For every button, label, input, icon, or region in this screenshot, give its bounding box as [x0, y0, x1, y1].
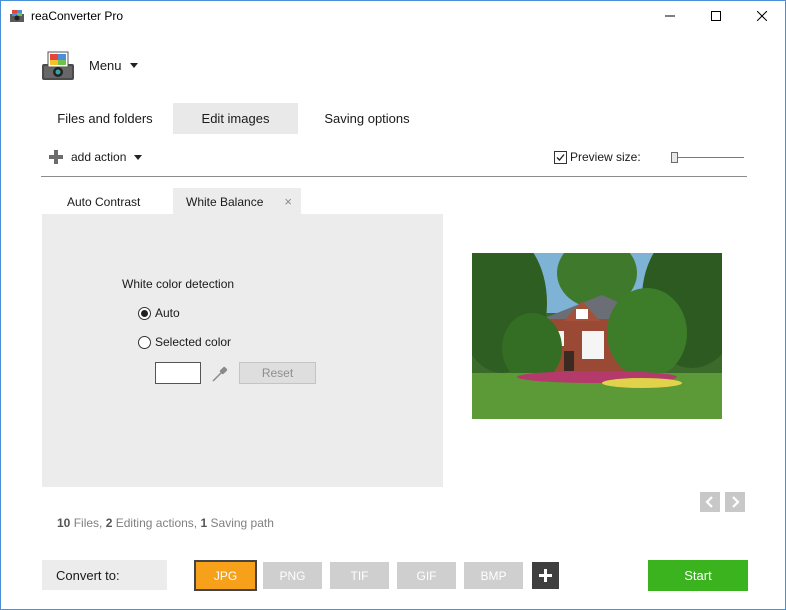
white-balance-panel — [42, 214, 443, 487]
format-tif-button[interactable]: TIF — [330, 562, 389, 589]
tab-edit-images[interactable]: Edit images — [173, 103, 298, 134]
preview-size-slider-thumb[interactable] — [671, 152, 678, 163]
menu-button[interactable]: Menu — [89, 58, 138, 73]
chevron-down-icon — [134, 154, 143, 160]
checkmark-icon — [556, 153, 565, 161]
tab-label: Saving options — [324, 111, 410, 126]
maximize-button[interactable] — [693, 1, 739, 31]
subtab-label: White Balance — [186, 194, 264, 209]
subtab-label: Auto Contrast — [67, 194, 141, 209]
add-action-button[interactable]: add action — [49, 150, 143, 164]
close-tab-icon[interactable]: × — [284, 194, 292, 209]
add-format-button[interactable] — [532, 562, 559, 589]
chevron-left-icon — [705, 496, 713, 508]
preview-image — [472, 253, 722, 419]
eyedropper-icon[interactable] — [211, 365, 229, 383]
add-action-label: add action — [71, 150, 127, 164]
format-png-button[interactable]: PNG — [263, 562, 322, 589]
plus-icon — [49, 150, 63, 164]
chevron-down-icon — [129, 63, 138, 68]
radio-label: Auto — [155, 306, 180, 320]
preview-size-control: Preview size: — [554, 150, 641, 164]
editing-count: 2 — [105, 516, 113, 530]
minimize-icon — [665, 15, 675, 17]
files-count: 10 — [57, 516, 71, 530]
reset-button[interactable]: Reset — [239, 362, 316, 384]
summary-stats: 10 Files, 2 Editing actions, 1 Saving pa… — [57, 516, 274, 530]
radio-label: Selected color — [155, 335, 232, 349]
next-button[interactable] — [725, 492, 745, 512]
radio-auto[interactable]: Auto — [138, 306, 180, 320]
maximize-icon — [711, 11, 721, 21]
saving-count: 1 — [200, 516, 208, 530]
app-window: reaConverter Pro Menu Files and folders … — [0, 0, 786, 610]
preview-checkbox[interactable] — [554, 150, 567, 164]
color-swatch[interactable] — [155, 362, 201, 384]
format-gif-button[interactable]: GIF — [397, 562, 456, 589]
editing-label: Editing actions, — [115, 516, 198, 530]
tab-saving-options[interactable]: Saving options — [302, 103, 432, 134]
app-logo-icon[interactable] — [41, 49, 75, 83]
saving-label: Saving path — [210, 516, 274, 530]
preview-size-slider-track[interactable] — [671, 157, 744, 158]
convert-to-label: Convert to: — [42, 560, 167, 590]
tab-label: Edit images — [201, 111, 270, 126]
toolbar-divider — [41, 176, 747, 177]
tab-files-and-folders[interactable]: Files and folders — [41, 103, 169, 134]
tab-label: Files and folders — [57, 111, 153, 126]
radio-button[interactable] — [138, 335, 151, 349]
format-jpg-button[interactable]: JPG — [194, 560, 257, 591]
preview-size-label: Preview size: — [570, 150, 641, 164]
window-title: reaConverter Pro — [31, 9, 124, 23]
close-button[interactable] — [739, 1, 785, 31]
close-icon — [757, 11, 767, 21]
subtab-auto-contrast[interactable]: Auto Contrast — [42, 188, 171, 215]
format-bmp-button[interactable]: BMP — [464, 562, 523, 589]
title-bar: reaConverter Pro — [1, 1, 785, 31]
white-color-detection-heading: White color detection — [122, 277, 235, 291]
minimize-button[interactable] — [647, 1, 693, 31]
chevron-right-icon — [732, 496, 740, 508]
previous-button[interactable] — [700, 492, 720, 512]
plus-icon — [539, 569, 552, 582]
radio-button[interactable] — [138, 306, 151, 320]
menu-label: Menu — [89, 58, 122, 73]
radio-selected-color[interactable]: Selected color — [138, 335, 231, 349]
app-icon — [10, 10, 24, 22]
start-button[interactable]: Start — [648, 560, 748, 591]
files-label: Files, — [73, 516, 103, 530]
subtab-white-balance[interactable]: White Balance × — [173, 188, 301, 215]
